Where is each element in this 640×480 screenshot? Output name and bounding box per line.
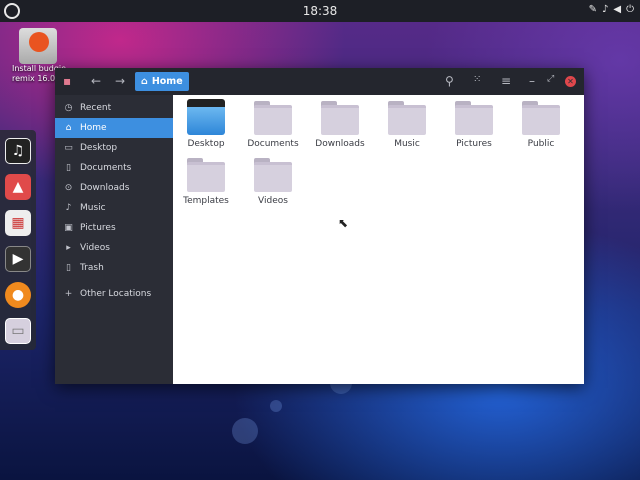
notification-icon[interactable]: ♪ xyxy=(602,4,608,15)
home-icon: ⌂ xyxy=(141,76,148,87)
document-icon: ▯ xyxy=(66,163,71,173)
sidebar-item-label: Recent xyxy=(80,103,112,113)
volume-icon[interactable]: ◀ xyxy=(613,4,621,15)
clock-icon: ◷ xyxy=(64,103,73,113)
maximize-icon[interactable]: ⤢ xyxy=(547,74,554,84)
folder-label: Templates xyxy=(183,196,229,206)
sidebar-item-label: Trash xyxy=(80,263,104,273)
folder-icon xyxy=(254,101,292,135)
sidebar-item-music[interactable]: ♪ Music xyxy=(55,198,173,218)
home-icon: ⌂ xyxy=(65,123,72,133)
mouse-cursor-icon: ⬉ xyxy=(338,216,349,230)
music-icon: ♪ xyxy=(65,203,72,213)
sidebar-item-home[interactable]: ⌂ Home xyxy=(55,118,173,138)
sidebar-item-label: Other Locations xyxy=(80,289,152,299)
folder-icon: ▪ xyxy=(63,74,72,88)
sidebar-item-desktop[interactable]: ▭ Desktop xyxy=(55,138,173,158)
desktop-folder-icon xyxy=(187,99,225,135)
sidebar-item-pictures[interactable]: ▣ Pictures xyxy=(55,218,173,238)
sidebar-item-label: Desktop xyxy=(80,143,118,153)
path-home-button[interactable]: ⌂ Home xyxy=(135,72,189,91)
sidebar-item-label: Pictures xyxy=(80,223,116,233)
folder-pictures[interactable]: Pictures xyxy=(441,101,507,149)
bokeh-decoration xyxy=(232,418,258,444)
sidebar-item-label: Home xyxy=(80,123,107,133)
video-player-icon[interactable]: ▶ xyxy=(5,246,31,272)
firefox-icon[interactable]: ● xyxy=(5,282,31,308)
folder-label: Desktop xyxy=(187,139,225,149)
menu-icon[interactable]: ≡ xyxy=(501,74,511,88)
clock[interactable]: 18:38 xyxy=(303,4,338,18)
folder-icon xyxy=(388,101,426,135)
titlebar: ▪ ← → ⌂ Home ⚲ ⁙ ≡ – ⤢ ✕ xyxy=(55,68,584,95)
folder-desktop[interactable]: Desktop xyxy=(173,99,239,149)
folder-icon xyxy=(187,158,225,192)
app-menu-button[interactable] xyxy=(4,3,20,19)
folder-label: Downloads xyxy=(315,139,365,149)
sidebar-item-label: Downloads xyxy=(80,183,130,193)
folder-label: Documents xyxy=(247,139,299,149)
sidebar: ◷ Recent ⌂ Home ▭ Desktop ▯ Documents ⊙ Downl… xyxy=(55,95,173,384)
pin-icon[interactable]: ✎ xyxy=(589,4,597,15)
trash-icon: ▯ xyxy=(66,263,71,273)
forward-arrow-icon[interactable]: → xyxy=(115,74,125,88)
calendar-icon[interactable]: ▦ xyxy=(5,210,31,236)
folder-label: Public xyxy=(527,139,555,149)
folder-label: Music xyxy=(394,139,420,149)
folder-music[interactable]: Music xyxy=(374,101,440,149)
file-view: Desktop Documents Downloads Music Pictur… xyxy=(173,95,584,384)
sidebar-item-documents[interactable]: ▯ Documents xyxy=(55,158,173,178)
dock: ♫ ▲ ▦ ▶ ● ▭ xyxy=(0,130,36,350)
back-arrow-icon[interactable]: ← xyxy=(91,74,101,88)
grid-view-icon[interactable]: ⁙ xyxy=(473,74,481,85)
folder-downloads[interactable]: Downloads xyxy=(307,101,373,149)
minimize-icon[interactable]: – xyxy=(529,74,535,88)
videos-icon: ▸ xyxy=(66,243,71,253)
folder-label: Videos xyxy=(258,196,288,206)
plus-icon: + xyxy=(64,289,73,299)
search-icon[interactable]: ⚲ xyxy=(445,74,454,88)
pictures-icon: ▣ xyxy=(64,223,73,233)
image-viewer-icon[interactable]: ▲ xyxy=(5,174,31,200)
power-icon[interactable]: ⏻ xyxy=(626,4,634,15)
bokeh-decoration xyxy=(270,400,282,412)
sidebar-item-label: Documents xyxy=(80,163,132,173)
installer-icon xyxy=(19,28,57,64)
sidebar-item-downloads[interactable]: ⊙ Downloads xyxy=(55,178,173,198)
folder-documents[interactable]: Documents xyxy=(240,101,306,149)
folder-public[interactable]: Public xyxy=(508,101,574,149)
sidebar-item-label: Music xyxy=(80,203,106,213)
music-app-icon[interactable]: ♫ xyxy=(5,138,31,164)
top-panel: 18:38 ✎ ♪ ◀ ⏻ xyxy=(0,0,640,22)
sidebar-item-recent[interactable]: ◷ Recent xyxy=(55,98,173,118)
download-icon: ⊙ xyxy=(64,183,73,193)
desktop-icon: ▭ xyxy=(64,143,73,153)
file-manager-window: ▪ ← → ⌂ Home ⚲ ⁙ ≡ – ⤢ ✕ ◷ Recent ⌂ Home ▭… xyxy=(55,68,584,384)
sidebar-item-label: Videos xyxy=(80,243,110,253)
sidebar-item-videos[interactable]: ▸ Videos xyxy=(55,238,173,258)
sidebar-item-other-locations[interactable]: + Other Locations xyxy=(55,284,173,304)
folder-videos[interactable]: Videos xyxy=(240,158,306,206)
folder-icon xyxy=(321,101,359,135)
files-icon[interactable]: ▭ xyxy=(5,318,31,344)
sidebar-item-trash[interactable]: ▯ Trash xyxy=(55,258,173,278)
folder-label: Pictures xyxy=(456,139,492,149)
folder-icon xyxy=(254,158,292,192)
folder-templates[interactable]: Templates xyxy=(173,158,239,206)
folder-icon xyxy=(522,101,560,135)
folder-icon xyxy=(455,101,493,135)
path-label: Home xyxy=(151,76,183,87)
system-tray: ✎ ♪ ◀ ⏻ xyxy=(589,4,634,15)
close-button[interactable]: ✕ xyxy=(565,76,576,87)
